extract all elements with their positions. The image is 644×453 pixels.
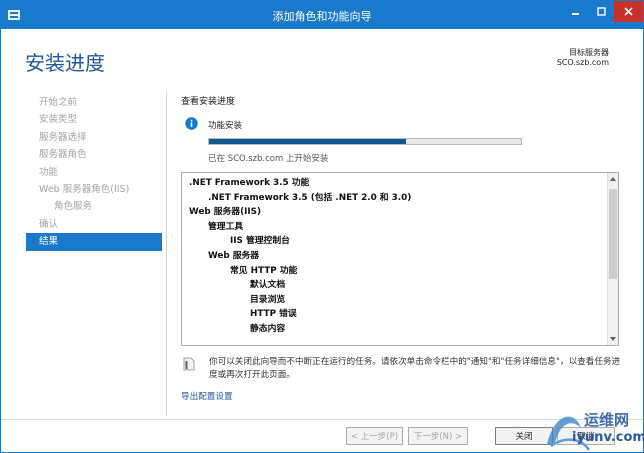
page-title: 安装进度 (25, 51, 105, 75)
nav-item-installation-type[interactable]: 安装类型 (26, 111, 162, 128)
wizard-window: 添加角色和功能向导 安装进度 目标服务器 SCO.szb.com 开始之前 安装… (0, 0, 644, 453)
nav-item-server-roles[interactable]: 服务器角色 (26, 146, 162, 163)
target-server-label: 目标服务器 (569, 48, 609, 57)
chevron-up-icon (610, 177, 616, 181)
install-status: 已在 SCO.szb.com 上开始安装 (208, 154, 329, 164)
list-item: .NET Framework 3.5 (包括 .NET 2.0 和 3.0) (208, 192, 412, 203)
nav-item-results[interactable]: 结果 (26, 233, 162, 251)
nav-item-before-you-begin[interactable]: 开始之前 (26, 94, 162, 111)
note-icon (183, 357, 195, 371)
target-server-name: SCO.szb.com (556, 58, 609, 67)
list-scrollbar[interactable] (607, 173, 618, 345)
close-icon (624, 7, 633, 16)
list-item: .NET Framework 3.5 功能 (189, 178, 310, 188)
chevron-down-icon (610, 337, 616, 341)
minimize-icon (571, 13, 579, 15)
scroll-up-button[interactable] (608, 174, 618, 184)
section-label: 查看安装进度 (181, 97, 236, 107)
list-item: IIS 管理控制台 (230, 236, 290, 247)
export-config-link[interactable]: 导出配置设置 (181, 390, 233, 402)
nav-item-features[interactable]: 功能 (26, 164, 162, 181)
list-item: Web 服务器 (208, 250, 260, 261)
feature-install-label: 功能安装 (208, 121, 243, 131)
minimize-button[interactable] (562, 1, 588, 22)
window-title: 添加角色和功能向导 (272, 10, 372, 23)
title-bar[interactable]: 添加角色和功能向导 (1, 1, 643, 29)
list-item: 静态内容 (250, 323, 286, 334)
next-button[interactable]: 下一步(N) > (408, 427, 468, 445)
watermark-url: iyunv.com (572, 430, 644, 445)
nav-divider (166, 91, 167, 416)
wizard-nav: 开始之前 安装类型 服务器选择 服务器角色 功能 Web 服务器角色(IIS) … (26, 94, 162, 251)
install-progress-bar (208, 138, 522, 145)
nav-item-web-server-role[interactable]: Web 服务器角色(IIS) (26, 181, 162, 198)
scroll-down-button[interactable] (608, 334, 618, 344)
nav-item-confirmation[interactable]: 确认 (26, 216, 162, 233)
previous-button[interactable]: < 上一步(P) (346, 427, 403, 445)
list-item: 默认文档 (250, 280, 286, 291)
scrollbar-thumb[interactable] (609, 189, 617, 279)
progress-fill (209, 139, 406, 144)
list-item: 管理工具 (208, 221, 244, 232)
close-window-button[interactable] (614, 1, 643, 22)
list-item: HTTP 错误 (250, 309, 297, 320)
nav-item-role-services[interactable]: 角色服务 (26, 198, 162, 215)
info-icon (185, 117, 198, 130)
watermark-text: 运维网 (584, 411, 630, 429)
maximize-button[interactable] (588, 1, 614, 22)
note-text: 你可以关闭此向导而不中断正在运行的任务。请依次单击命令栏中的"通知"和"任务详细… (209, 357, 621, 380)
list-item: 目录浏览 (250, 294, 286, 305)
list-item: Web 服务器(IIS) (189, 207, 262, 218)
installation-list-content: .NET Framework 3.5 功能 .NET Framework 3.5… (182, 173, 608, 345)
nav-item-server-selection[interactable]: 服务器选择 (26, 129, 162, 146)
maximize-icon (596, 7, 606, 16)
installation-list[interactable]: .NET Framework 3.5 功能 .NET Framework 3.5… (181, 172, 619, 346)
list-item: 常见 HTTP 功能 (230, 265, 298, 276)
